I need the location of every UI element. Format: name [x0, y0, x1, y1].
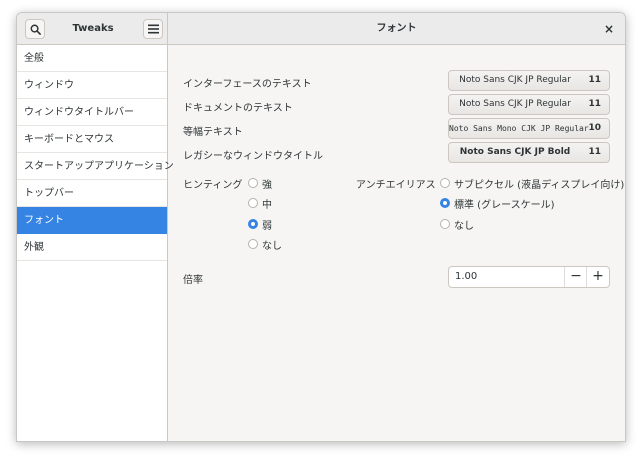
document-font-size: 11	[588, 99, 601, 109]
content-headerbar: フォント ×	[168, 13, 625, 45]
hinting-none-label: なし	[262, 240, 282, 252]
antialiasing-none-label: なし	[454, 220, 474, 232]
antialiasing-standard-radio[interactable]	[440, 198, 450, 208]
sidebar-item-fonts[interactable]: フォント	[17, 207, 167, 234]
tweaks-window: Tweaks フォント × 全般 ウィンドウ ウィンドウタイトルバー キーボード…	[16, 12, 626, 442]
hinting-option-none[interactable]: なし	[248, 237, 282, 252]
fonts-panel: インターフェースのテキスト Noto Sans CJK JP Regular 1…	[168, 45, 625, 441]
sidebar: 全般 ウィンドウ ウィンドウタイトルバー キーボードとマウス スタートアップアプ…	[17, 45, 174, 441]
sidebar-item-top-bar[interactable]: トップバー	[17, 180, 167, 207]
sidebar-item-general[interactable]: 全般	[17, 45, 167, 72]
hinting-label: ヒンティング	[183, 180, 243, 191]
antialiasing-option-none[interactable]: なし	[440, 217, 474, 232]
sidebar-headerbar: Tweaks	[17, 13, 168, 45]
monospace-font-name: Noto Sans Mono CJK JP Regular	[449, 124, 589, 133]
interface-text-label: インターフェースのテキスト	[183, 79, 312, 90]
hamburger-menu-icon	[147, 24, 159, 34]
close-icon: ×	[603, 22, 615, 36]
app-title: Tweaks	[72, 23, 114, 34]
menu-button[interactable]	[143, 19, 163, 39]
legacy-title-label: レガシーなウィンドウタイトル	[183, 151, 323, 162]
hinting-option-medium[interactable]: 中	[248, 196, 272, 211]
antialiasing-standard-label: 標準 (グレースケール)	[454, 199, 555, 211]
antialiasing-subpixel-label: サブピクセル (液晶ディスプレイ向け)	[454, 179, 625, 191]
sidebar-item-windows[interactable]: ウィンドウ	[17, 72, 167, 99]
sidebar-item-keyboard-mouse[interactable]: キーボードとマウス	[17, 126, 167, 153]
monospace-font-button[interactable]: Noto Sans Mono CJK JP Regular 10	[448, 118, 610, 139]
hinting-full-label: 強	[262, 179, 272, 191]
hinting-medium-label: 中	[262, 199, 272, 211]
document-font-name: Noto Sans CJK JP Regular	[459, 99, 571, 109]
scaling-increase-button[interactable]: +	[586, 267, 609, 287]
hinting-none-radio[interactable]	[248, 239, 258, 249]
antialiasing-option-subpixel[interactable]: サブピクセル (液晶ディスプレイ向け)	[440, 176, 625, 191]
antialiasing-label: アンチエイリアス	[356, 180, 436, 191]
legacy-title-font-button[interactable]: Noto Sans CJK JP Bold 11	[448, 142, 610, 163]
document-text-label: ドキュメントのテキスト	[183, 103, 293, 114]
search-icon	[30, 24, 41, 35]
close-button[interactable]: ×	[601, 21, 617, 37]
sidebar-item-appearance[interactable]: 外観	[17, 234, 167, 261]
hinting-option-slight[interactable]: 弱	[248, 217, 272, 232]
hinting-slight-label: 弱	[262, 220, 272, 232]
antialiasing-none-radio[interactable]	[440, 219, 450, 229]
legacy-title-font-name: Noto Sans CJK JP Bold	[459, 147, 571, 157]
hinting-slight-radio[interactable]	[248, 219, 258, 229]
search-button[interactable]	[25, 19, 45, 39]
monospace-font-size: 10	[588, 123, 601, 133]
document-font-button[interactable]: Noto Sans CJK JP Regular 11	[448, 94, 610, 115]
sidebar-item-startup-applications[interactable]: スタートアップアプリケーション	[17, 153, 174, 180]
page-title: フォント	[376, 23, 417, 34]
monospace-text-label: 等幅テキスト	[183, 127, 243, 138]
hinting-medium-radio[interactable]	[248, 198, 258, 208]
hinting-full-radio[interactable]	[248, 178, 258, 188]
scaling-factor-spinbutton[interactable]: 1.00 − +	[448, 266, 610, 288]
scaling-decrease-button[interactable]: −	[564, 267, 587, 287]
sidebar-item-window-titlebars[interactable]: ウィンドウタイトルバー	[17, 99, 167, 126]
hinting-option-full[interactable]: 強	[248, 176, 272, 191]
interface-font-name: Noto Sans CJK JP Regular	[459, 75, 571, 85]
scaling-factor-label: 倍率	[183, 275, 203, 286]
antialiasing-option-standard[interactable]: 標準 (グレースケール)	[440, 196, 555, 211]
legacy-title-font-size: 11	[588, 147, 601, 157]
scaling-factor-value[interactable]: 1.00	[455, 267, 477, 287]
antialiasing-subpixel-radio[interactable]	[440, 178, 450, 188]
interface-font-size: 11	[588, 75, 601, 85]
interface-font-button[interactable]: Noto Sans CJK JP Regular 11	[448, 70, 610, 91]
